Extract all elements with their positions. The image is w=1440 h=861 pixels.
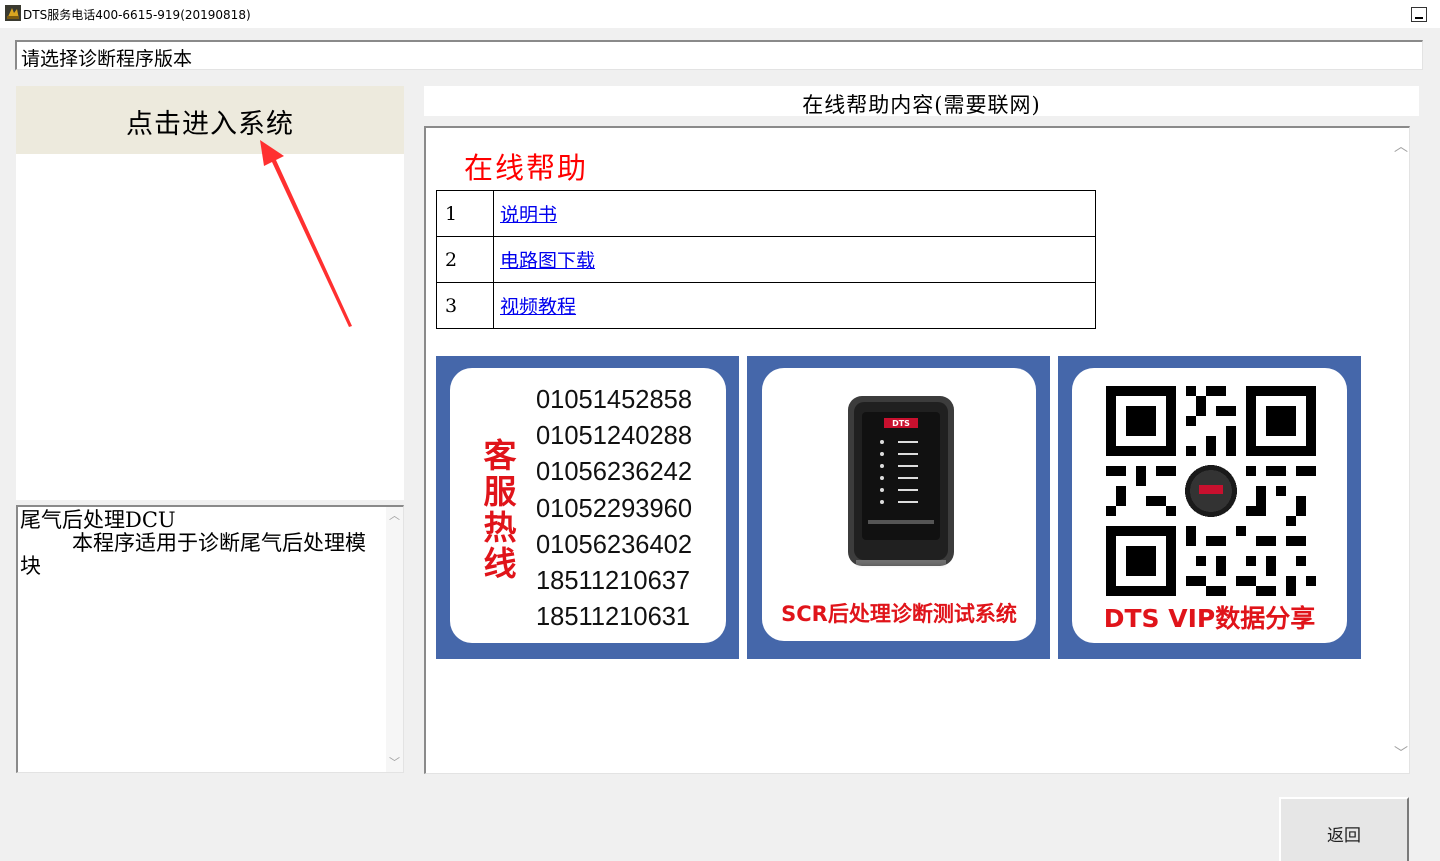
- table-row: 1 说明书: [436, 190, 1096, 237]
- scroll-up-icon[interactable]: ︿: [389, 510, 400, 521]
- video-tutorial-link[interactable]: 视频教程: [500, 296, 576, 318]
- phone-number: 01051240288: [536, 422, 693, 451]
- product-caption: SCR后处理诊断测试系统: [781, 602, 1017, 626]
- vip-caption: DTS VIP数据分享: [1103, 604, 1316, 633]
- program-description-box[interactable]: 尾气后处理DCU 本程序适用于诊断尾气后处理模块 ︿ ﹀: [16, 505, 404, 773]
- description-body: 本程序适用于诊断尾气后处理模块: [20, 531, 366, 578]
- minimize-icon[interactable]: [1411, 7, 1427, 22]
- vip-card: DTS VIP数据分享: [1058, 356, 1361, 659]
- annotation-arrow-icon: [260, 140, 352, 327]
- phone-number: 18511210631: [536, 603, 691, 632]
- description-scrollbar[interactable]: ︿ ﹀: [386, 507, 403, 772]
- phone-number: 01051452858: [536, 386, 693, 414]
- help-content-pane: 在线帮助 1 说明书 2 电路图下载 3 视频教程 客服热线 010514528…: [424, 126, 1410, 774]
- vip-card-inner: DTS VIP数据分享: [1072, 368, 1347, 643]
- program-description: 尾气后处理DCU 本程序适用于诊断尾气后处理模块: [20, 509, 386, 578]
- help-header-text: 在线帮助内容(需要联网): [802, 93, 1041, 117]
- window-title: DTS服务电话400-6615-919(20190818): [23, 8, 251, 22]
- help-links-table: 1 说明书 2 电路图下载 3 视频教程: [436, 190, 1096, 329]
- scroll-up-icon[interactable]: ︿: [1394, 140, 1408, 154]
- hotline-card: 客服热线 01051452858 01051240288 01056236242…: [436, 356, 739, 659]
- row-number: 1: [436, 190, 494, 237]
- row-link-cell: 电路图下载: [493, 236, 1096, 283]
- product-card-inner: DTS SCR后处理诊断测试系统: [762, 368, 1036, 641]
- table-row: 3 视频教程: [436, 282, 1096, 329]
- wiring-diagram-link[interactable]: 电路图下载: [500, 250, 595, 272]
- help-title: 在线帮助: [464, 151, 589, 185]
- hotline-card-inner: 客服热线 01051452858 01051240288 01056236242…: [450, 368, 726, 643]
- device-brand: DTS: [892, 419, 910, 428]
- back-button[interactable]: 返回: [1279, 797, 1409, 861]
- phone-number: 18511210637: [536, 567, 691, 596]
- title-bar: DTS服务电话400-6615-919(20190818): [0, 0, 1440, 28]
- program-list-panel: 点击进入系统: [16, 86, 404, 500]
- phone-number: 01056236402: [536, 530, 693, 559]
- scroll-down-icon[interactable]: ﹀: [1394, 747, 1408, 761]
- dts-app-icon: [5, 5, 21, 21]
- version-select-field[interactable]: 请选择诊断程序版本: [15, 40, 1423, 70]
- version-prompt: 请选择诊断程序版本: [21, 48, 193, 70]
- row-number: 2: [436, 236, 494, 283]
- back-label: 返回: [1327, 826, 1361, 846]
- phone-number: 01052293960: [536, 494, 693, 523]
- row-link-cell: 视频教程: [493, 282, 1096, 329]
- description-title: 尾气后处理DCU: [20, 508, 176, 532]
- qr-code-icon: [1106, 386, 1316, 596]
- phone-list: 01051452858 01051240288 01056236242 0105…: [536, 382, 692, 635]
- hotline-label: 客服热线: [483, 436, 517, 583]
- manual-link[interactable]: 说明书: [500, 204, 557, 226]
- row-link-cell: 说明书: [493, 190, 1096, 237]
- table-row: 2 电路图下载: [436, 236, 1096, 283]
- product-card: DTS SCR后处理诊断测试系统: [747, 356, 1050, 659]
- help-scrollbar[interactable]: ︿ ﹀: [1389, 128, 1409, 773]
- diagnostic-device-image: DTS: [848, 396, 954, 570]
- scroll-down-icon[interactable]: ﹀: [389, 757, 400, 768]
- help-header: 在线帮助内容(需要联网): [424, 86, 1419, 117]
- phone-number: 01056236242: [536, 458, 693, 487]
- row-number: 3: [436, 282, 494, 329]
